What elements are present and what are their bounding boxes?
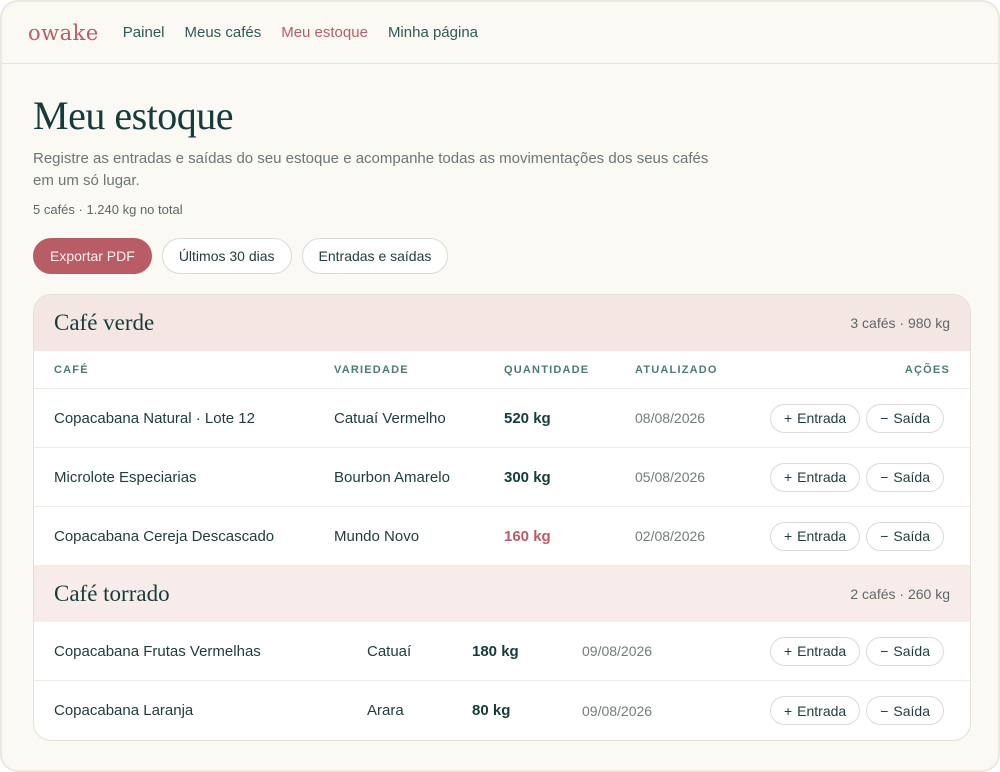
cell-variedade: Catuaí Vermelho [334,409,446,427]
cell-cafe: Copacabana Laranja [54,702,194,719]
entrada-label: Entrada [797,528,847,544]
saida-button[interactable]: − Saída [866,696,944,725]
plus-icon: + [783,643,793,659]
row-actions: + Entrada − Saída [769,521,944,551]
entrada-label: Entrada [797,702,847,719]
cell-quantidade: 180 kg [472,642,519,660]
saida-label: Saída [893,410,930,426]
cell-variedade: Arara [367,702,404,719]
logo[interactable]: owake [28,21,99,45]
page-title: Meu estoque [33,93,234,138]
row-actions: + Entrada − Saída [769,696,944,725]
export-pdf-button[interactable]: Exportar PDF [33,238,152,274]
nav-item-minha-pagina[interactable]: Minha página [388,24,478,41]
nav-item-meus-cafes[interactable]: Meus cafés [185,24,262,41]
app-window: owake Painel Meus cafés Meu estoque Minh… [0,0,1000,772]
cell-atualizado: 09/08/2026 [582,643,653,659]
saida-button[interactable]: − Saída [866,403,944,433]
entrada-label: Entrada [797,643,847,659]
plus-icon: + [783,469,793,485]
saida-label: Saída [893,702,930,719]
group-title: Café verde [54,310,155,335]
stock-table-card: Café verde 3 cafés · 980 kg CAFÉ VARIEDA… [33,294,971,741]
stock-summary: 5 cafés · 1.240 kg no total [33,202,183,217]
saida-button[interactable]: − Saída [866,521,944,551]
cell-variedade: Catuaí [367,642,412,660]
entrada-label: Entrada [797,410,847,426]
table-row: Copacabana Cereja Descascado Mundo Novo … [34,507,970,566]
saida-button[interactable]: − Saída [866,462,944,492]
entrada-button[interactable]: + Entrada [769,696,861,725]
entrada-button[interactable]: + Entrada [769,403,861,433]
cell-cafe: Copacabana Natural · Lote 12 [54,409,255,427]
column-header-atualizado: ATUALIZADO [635,363,718,376]
plus-icon: + [783,410,793,426]
cell-cafe: Copacabana Cereja Descascado [54,527,275,545]
table-row: Copacabana Frutas Vermelhas Catuaí 180 k… [34,622,970,681]
cell-quantidade: 520 kg [504,409,551,427]
cell-cafe: Microlote Especiarias [54,468,197,486]
saida-label: Saída [893,528,930,544]
entrada-button[interactable]: + Entrada [769,462,861,492]
cell-cafe: Copacabana Frutas Vermelhas [54,642,261,660]
cell-quantidade: 300 kg [504,468,551,486]
cell-atualizado: 08/08/2026 [635,410,706,426]
period-filter-button[interactable]: Últimos 30 dias [161,238,292,274]
minus-icon: − [880,702,889,719]
cell-variedade: Bourbon Amarelo [334,468,450,486]
saida-button[interactable]: − Saída [866,636,944,666]
nav-item-meu-estoque[interactable]: Meu estoque [281,24,368,41]
plus-icon: + [783,528,793,544]
plus-icon: + [783,702,793,719]
row-actions: + Entrada − Saída [769,403,944,433]
row-actions: + Entrada − Saída [769,636,944,666]
column-header-quantidade: QUANTIDADE [504,363,590,376]
column-header-variedade: VARIEDADE [334,363,409,376]
minus-icon: − [880,410,889,426]
table-header: CAFÉ VARIEDADE QUANTIDADE ATUALIZADO AÇÕ… [34,351,970,389]
table-row: Copacabana Laranja Arara 80 kg 09/08/202… [34,681,970,740]
group-header-cafe-verde: Café verde 3 cafés · 980 kg [34,295,970,351]
group-meta: 2 cafés · 260 kg [850,586,950,602]
entrada-label: Entrada [797,469,847,485]
saida-label: Saída [893,643,930,659]
column-header-cafe: CAFÉ [54,363,89,376]
entrada-button[interactable]: + Entrada [769,521,861,551]
column-header-acoes: AÇÕES [904,363,950,376]
table-row: Copacabana Natural · Lote 12 Catuaí Verm… [34,389,970,448]
cell-atualizado: 02/08/2026 [635,528,706,544]
page-subtitle: Registre as entradas e saídas do seu est… [33,150,709,189]
group-meta: 3 cafés · 980 kg [850,315,950,331]
table-row: Microlote Especiarias Bourbon Amarelo 30… [34,448,970,507]
cell-variedade: Mundo Novo [334,527,420,545]
group-title: Café torrado [54,581,170,606]
cell-quantidade-low: 160 kg [504,527,551,545]
entrada-button[interactable]: + Entrada [769,636,861,666]
cell-atualizado: 05/08/2026 [635,469,706,485]
minus-icon: − [880,469,889,485]
toolbar: Exportar PDF Últimos 30 dias Entradas e … [33,238,967,274]
minus-icon: − [880,643,889,659]
saida-label: Saída [893,469,930,485]
row-actions: + Entrada − Saída [769,462,944,492]
nav-item-painel[interactable]: Painel [123,24,165,41]
minus-icon: − [880,528,889,544]
cell-quantidade: 80 kg [472,702,511,719]
group-header-cafe-torrado: Café torrado 2 cafés · 260 kg [34,566,970,622]
movement-filter-button[interactable]: Entradas e saídas [301,238,449,274]
main-content: Meu estoque Registre as entradas e saída… [2,64,998,741]
top-nav: owake Painel Meus cafés Meu estoque Minh… [2,2,998,64]
cell-atualizado: 09/08/2026 [582,702,653,719]
